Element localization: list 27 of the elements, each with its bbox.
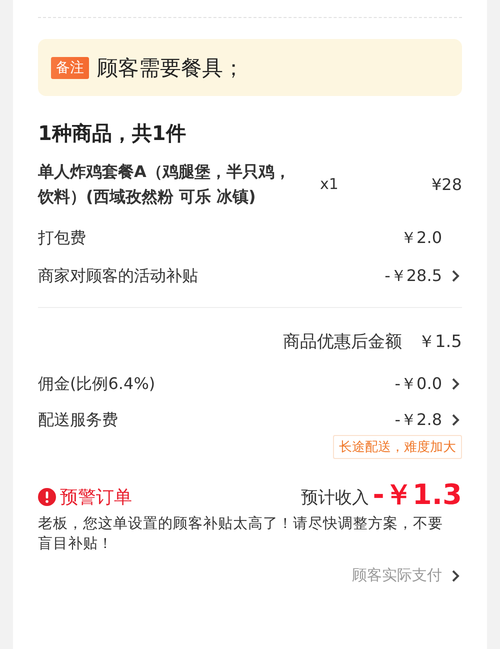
fee-label: 佣金(比例6.4%): [38, 374, 156, 394]
chevron-icon: [450, 413, 462, 427]
customer-payment-link[interactable]: 顾客实际支付: [352, 566, 462, 585]
fee-amount: -￥28.5: [384, 266, 442, 286]
item-name: 单人炸鸡套餐A（鸡腿堡，半只鸡，饮料）(西域孜然粉 可乐 冰镇): [38, 161, 292, 208]
delivery-tag: 长途配送，难度加大: [333, 435, 462, 459]
subtotal-label: 商品优惠后金额: [282, 331, 402, 353]
chevron-icon: [450, 269, 462, 283]
income-amount: -￥1.3: [372, 481, 462, 509]
item-price: ¥28: [431, 174, 462, 194]
chevron-icon: [450, 377, 462, 391]
chevron-icon: [450, 568, 462, 582]
item-quantity: x1: [320, 175, 338, 193]
subtotal-amount: ￥1.5: [418, 331, 462, 353]
fee-amount: -￥0.0: [394, 374, 442, 394]
note-tag: 备注: [51, 56, 89, 78]
goods-summary: 1种商品，共1件: [38, 120, 187, 147]
fee-amount: ￥2.0: [400, 228, 442, 248]
income-label: 预计收入: [300, 487, 369, 509]
fee-label: 打包费: [38, 228, 86, 248]
warning-icon: [38, 488, 56, 506]
warning-message: 老板，您这单设置的顾客补贴太高了！请尽快调整方案，不要盲目补贴！: [38, 514, 444, 554]
fee-amount: -￥2.8: [394, 410, 442, 430]
note-text: 顾客需要餐具；: [97, 54, 244, 82]
fee-label: 配送服务费: [38, 410, 118, 430]
warning-title: 预警订单: [60, 486, 132, 509]
fee-label: 商家对顾客的活动补贴: [38, 266, 198, 286]
